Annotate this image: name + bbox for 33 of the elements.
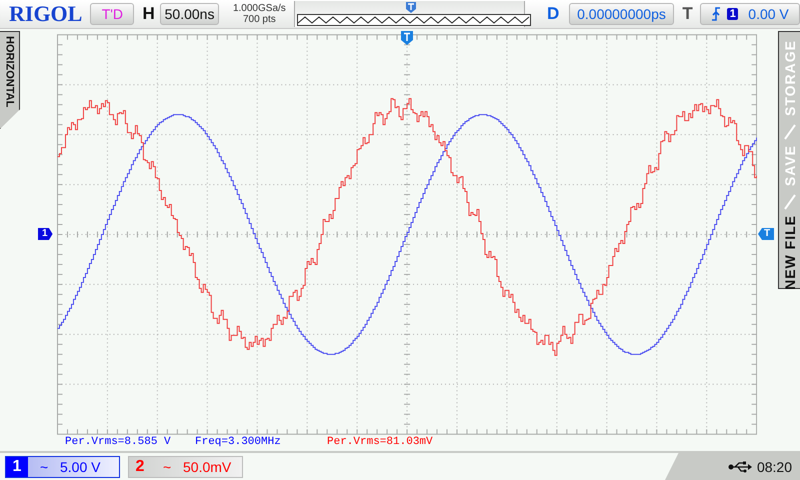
vertical-scale: 5.00 V xyxy=(60,458,100,474)
timebase-field[interactable]: 50.00ns xyxy=(160,3,219,25)
delay-label: D xyxy=(546,4,560,24)
overview-waveform-icon xyxy=(296,14,531,26)
horizontal-menu-tab[interactable]: HORIZONTAL xyxy=(0,31,20,129)
slash-icon xyxy=(782,193,796,212)
trigger-source: 1 xyxy=(727,8,738,20)
channel-number: 2 xyxy=(134,456,146,476)
memory-depth: 700 pts xyxy=(242,14,276,25)
trigger-level-marker[interactable]: T xyxy=(758,228,774,240)
trigger-field[interactable]: 1 0.00 V xyxy=(700,3,800,25)
side-menu-item[interactable]: NEW FILE xyxy=(782,215,798,293)
channel-tab[interactable]: 1 ~ 5.00 V xyxy=(5,456,120,478)
clock: 08:20 xyxy=(756,458,792,474)
logo: RIGOL xyxy=(9,1,84,27)
trigger-level: 0.00 V xyxy=(748,6,789,22)
measurement-readout: Per.Vrms=8.585 V xyxy=(65,436,172,450)
rising-edge-icon xyxy=(711,7,722,21)
coupling-symbol: ~ xyxy=(40,458,50,474)
run-state: T'D xyxy=(90,3,134,25)
trigger-position-icon xyxy=(406,2,416,13)
slash-icon xyxy=(782,122,796,141)
usb-icon xyxy=(728,460,752,472)
horizontal-label: H xyxy=(142,4,156,24)
channel-number: 1 xyxy=(6,456,28,476)
delay-field[interactable]: 0.00000000ps xyxy=(568,3,674,25)
measurement-readout: Freq=3.300MHz xyxy=(195,436,282,450)
vertical-scale: 50.0mV xyxy=(183,458,232,474)
channel-marker[interactable]: 1 xyxy=(38,228,53,240)
measurement-readout: Per.Vrms=81.03mV xyxy=(327,436,433,450)
trigger-label: T xyxy=(682,4,694,24)
coupling-symbol: ~ xyxy=(163,458,172,474)
sample-rate: 1.000GSa/s xyxy=(232,3,286,14)
